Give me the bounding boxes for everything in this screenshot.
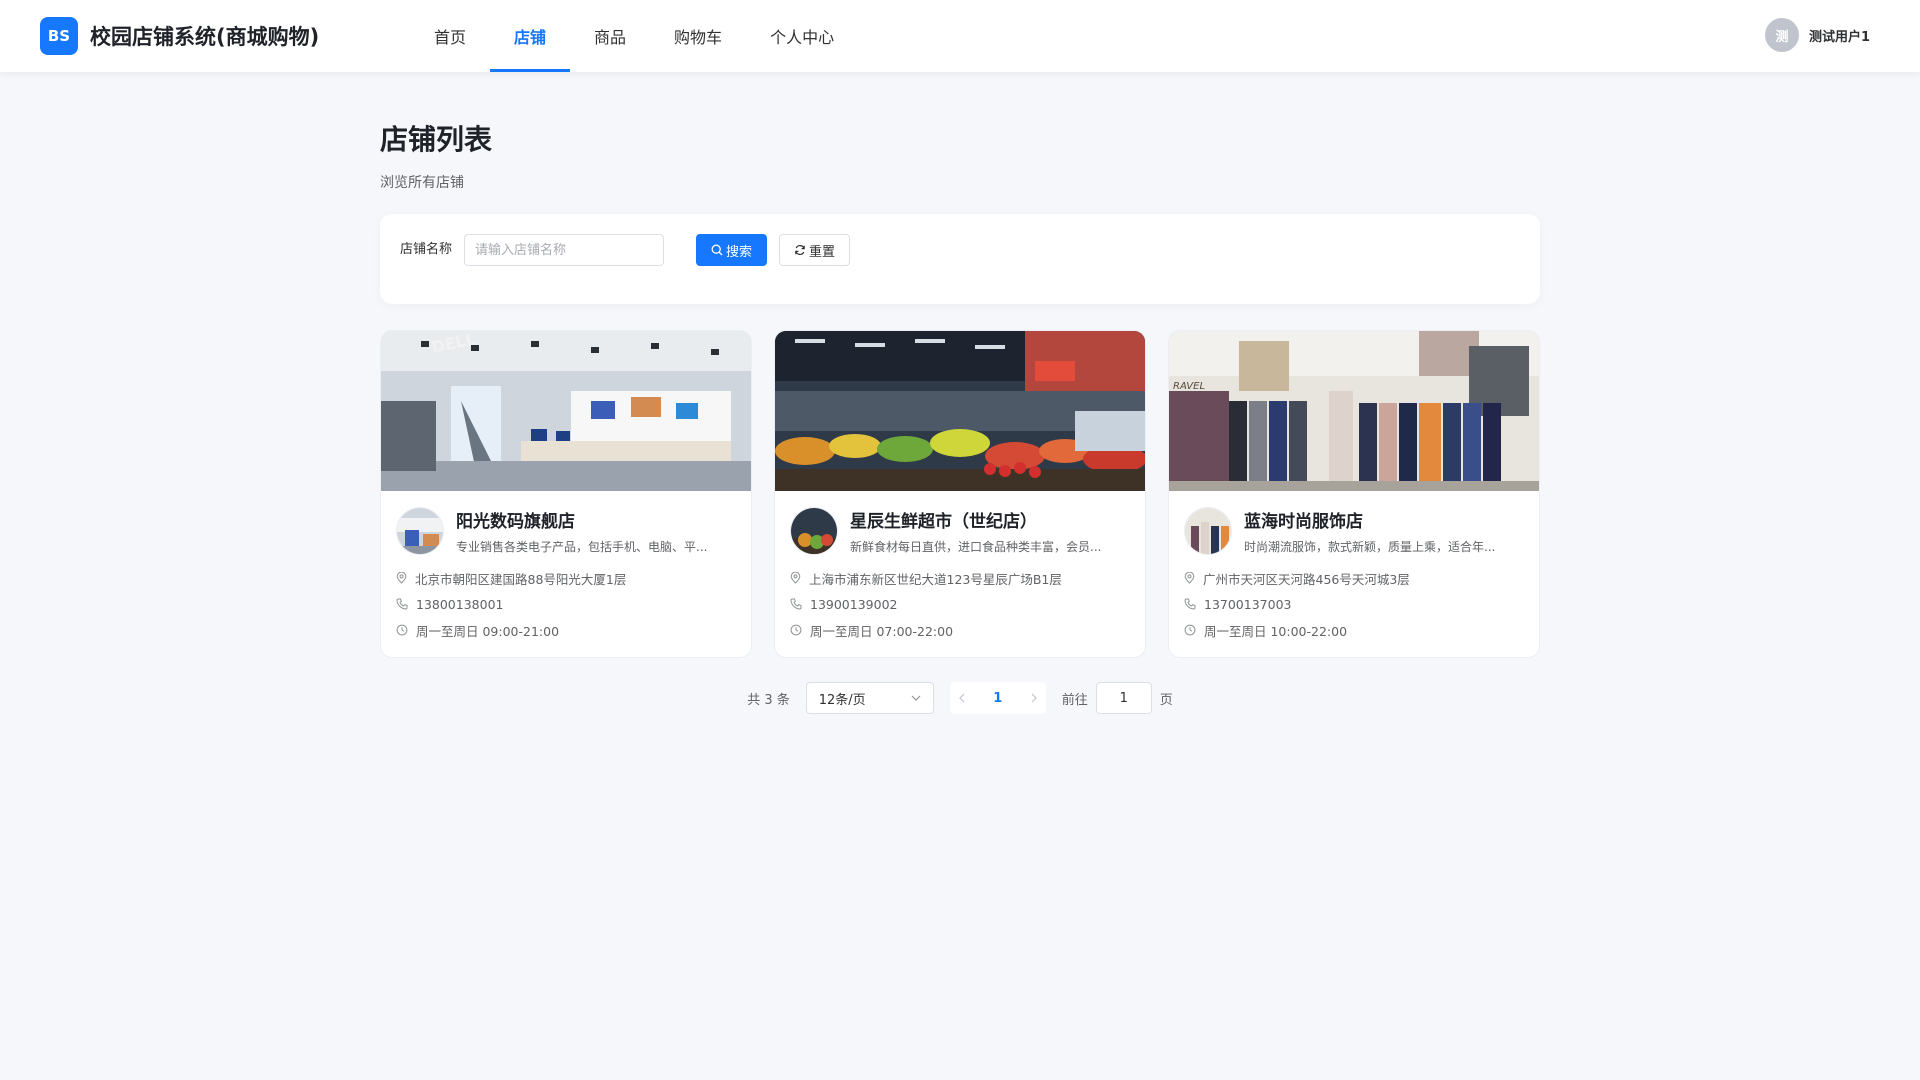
shop-address: 上海市浦东新区世纪大道123号星辰广场B1层 (790, 565, 1130, 591)
logo[interactable]: BS 校园店铺系统(商城购物) (40, 17, 370, 55)
phone-text: 13900139002 (810, 596, 898, 612)
hours-text: 周一至周日 10:00-22:00 (1204, 623, 1348, 639)
shop-address: 广州市天河区天河路456号天河城3层 (1184, 565, 1524, 591)
shop-name: 阳光数码旗舰店 (456, 512, 575, 532)
shop-hours: 周一至周日 09:00-21:00 (396, 617, 736, 643)
nav-home[interactable]: 首页 (410, 0, 490, 72)
shop-address: 北京市朝阳区建国路88号阳光大厦1层 (396, 565, 736, 591)
phone-icon (790, 598, 802, 610)
shop-description: 时尚潮流服饰，款式新颖，质量上乘，适合年... (1244, 540, 1496, 554)
main-nav: 首页 店铺 商品 购物车 个人中心 (410, 0, 858, 72)
address-text: 北京市朝阳区建国路88号阳光大厦1层 (415, 571, 627, 587)
pager-nav: 1 (949, 682, 1046, 714)
address-text: 上海市浦东新区世纪大道123号星辰广场B1层 (809, 571, 1062, 587)
shop-phone: 13700137003 (1184, 591, 1524, 617)
shop-avatar (790, 507, 838, 555)
pagination: 共 3 条 12条/页 1 前往 页 (380, 682, 1540, 714)
shop-name-input[interactable] (464, 234, 665, 266)
shop-card[interactable]: RAVEL 蓝海时尚服饰店 时尚潮流服饰，款式新颖，质量上乘，适合年... 广州… (1168, 330, 1540, 658)
pagination-total: 共 3 条 (747, 692, 790, 708)
clothing-store-photo: RAVEL (1169, 331, 1539, 491)
search-panel: 店铺名称 搜索 重置 (380, 214, 1540, 304)
user-name: 测试用户1 (1808, 29, 1870, 45)
shop-cover-image (775, 331, 1145, 491)
clock-icon (1184, 624, 1196, 636)
phone-text: 13800138001 (416, 596, 504, 612)
search-button-label: 搜索 (726, 244, 753, 260)
shop-avatar (396, 507, 444, 555)
clock-icon (790, 624, 802, 636)
hours-text: 周一至周日 07:00-22:00 (810, 623, 954, 639)
shop-card-list: DELL 阳光数码旗舰店 专业销售各类电子产品，包括手机、电脑、平... 北京市… (380, 330, 1540, 658)
top-header: BS 校园店铺系统(商城购物) 首页 店铺 商品 购物车 个人中心 测 测试用户… (0, 0, 1920, 72)
search-button[interactable]: 搜索 (696, 234, 768, 266)
phone-text: 13700137003 (1204, 596, 1292, 612)
search-label: 店铺名称 (400, 242, 453, 257)
shop-description: 新鲜食材每日直供，进口食品种类丰富，会员... (850, 540, 1102, 554)
shop-card-body: 蓝海时尚服饰店 时尚潮流服饰，款式新颖，质量上乘，适合年... 广州市天河区天河… (1169, 491, 1539, 643)
prev-page-icon[interactable] (958, 693, 966, 703)
user-menu[interactable]: 测 测试用户1 (1764, 18, 1870, 52)
shop-name: 蓝海时尚服饰店 (1244, 512, 1363, 532)
shop-card-body: 阳光数码旗舰店 专业销售各类电子产品，包括手机、电脑、平... 北京市朝阳区建国… (381, 491, 751, 643)
chevron-down-icon (911, 695, 921, 701)
app-title: 校园店铺系统(商城购物) (90, 25, 320, 49)
page-title: 店铺列表 (380, 123, 493, 156)
user-avatar: 测 (1764, 18, 1799, 52)
search-icon (711, 244, 723, 256)
nav-cart[interactable]: 购物车 (650, 0, 746, 72)
hours-text: 周一至周日 09:00-21:00 (416, 623, 560, 639)
shop-cover-image: DELL (381, 331, 751, 491)
location-icon (1184, 572, 1195, 584)
page-size-select[interactable]: 12条/页 (805, 682, 934, 714)
nav-products[interactable]: 商品 (570, 0, 650, 72)
shop-card-body: 星辰生鲜超市（世纪店） 新鲜食材每日直供，进口食品种类丰富，会员... 上海市浦… (775, 491, 1145, 643)
shop-description: 专业销售各类电子产品，包括手机、电脑、平... (456, 540, 708, 554)
phone-icon (396, 598, 408, 610)
location-icon (396, 572, 407, 584)
clock-icon (396, 624, 408, 636)
reset-button[interactable]: 重置 (779, 234, 851, 266)
page-size-value: 12条/页 (818, 692, 866, 708)
goto-label: 前往 (1061, 692, 1088, 708)
main-content: 店铺列表 浏览所有店铺 店铺名称 搜索 重置 (380, 72, 1540, 714)
shop-phone: 13800138001 (396, 591, 736, 617)
page-number-current[interactable]: 1 (993, 691, 1002, 706)
shop-name: 星辰生鲜超市（世纪店） (850, 512, 1037, 532)
reset-button-label: 重置 (809, 244, 836, 260)
phone-icon (1184, 598, 1196, 610)
page-subtitle: 浏览所有店铺 (380, 175, 464, 191)
electronics-store-photo: DELL (381, 331, 751, 491)
shop-phone: 13900139002 (790, 591, 1130, 617)
refresh-icon (795, 244, 805, 256)
goto-page-input[interactable] (1095, 682, 1152, 714)
page-unit-label: 页 (1159, 692, 1173, 708)
shop-hours: 周一至周日 07:00-22:00 (790, 617, 1130, 643)
address-text: 广州市天河区天河路456号天河城3层 (1203, 571, 1410, 587)
shop-avatar (1184, 507, 1232, 555)
fresh-market-photo (775, 331, 1145, 491)
location-icon (790, 572, 801, 584)
shop-cover-image: RAVEL (1169, 331, 1539, 491)
nav-shops[interactable]: 店铺 (490, 0, 571, 72)
logo-badge: BS (40, 17, 78, 55)
next-page-icon[interactable] (1030, 693, 1038, 703)
svg-text:RAVEL: RAVEL (1173, 381, 1205, 392)
shop-hours: 周一至周日 10:00-22:00 (1184, 617, 1524, 643)
shop-card[interactable]: DELL 阳光数码旗舰店 专业销售各类电子产品，包括手机、电脑、平... 北京市… (380, 330, 752, 658)
shop-card[interactable]: 星辰生鲜超市（世纪店） 新鲜食材每日直供，进口食品种类丰富，会员... 上海市浦… (774, 330, 1146, 658)
nav-profile[interactable]: 个人中心 (746, 0, 858, 72)
